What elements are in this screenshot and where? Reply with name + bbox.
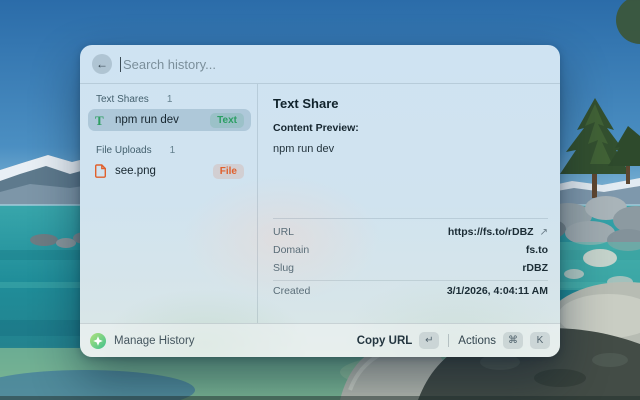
meta-label: Slug xyxy=(273,262,294,274)
section-label: Text Shares xyxy=(96,94,149,105)
meta-row-url: URL https://fs.to/rDBZ ↗ xyxy=(273,223,548,241)
back-arrow-icon: ← xyxy=(96,57,108,71)
meta-row-domain: Domain fs.to xyxy=(273,241,548,259)
domain-value: fs.to xyxy=(526,244,548,256)
history-sidebar: Text Shares 1 T npm run dev Text File Up… xyxy=(80,84,258,323)
manage-history-button[interactable]: Manage History xyxy=(114,335,195,347)
return-key-badge: ↵ xyxy=(419,332,439,349)
created-value: 3/1/2026, 4:04:11 AM xyxy=(447,285,548,297)
slug-value: rDBZ xyxy=(522,262,548,274)
detail-panel: Text Share Content Preview: npm run dev … xyxy=(258,84,560,323)
file-badge: File xyxy=(213,164,244,179)
meta-label: Created xyxy=(273,285,310,297)
copy-url-button[interactable]: Copy URL xyxy=(357,335,413,347)
section-header-text-shares: Text Shares 1 xyxy=(88,89,251,109)
meta-label: URL xyxy=(273,226,294,238)
section-count: 1 xyxy=(167,94,173,105)
text-type-icon: T xyxy=(95,114,111,127)
meta-row-created: Created 3/1/2026, 4:04:11 AM xyxy=(273,280,548,298)
text-cursor xyxy=(120,57,121,72)
action-bar: Manage History Copy URL ↵ Actions ⌘ K xyxy=(80,323,560,357)
actions-button[interactable]: Actions xyxy=(458,335,496,347)
search-header: ← xyxy=(80,45,560,84)
file-icon xyxy=(95,164,111,178)
metadata-section: URL https://fs.to/rDBZ ↗ Domain fs.to Sl… xyxy=(273,218,548,323)
meta-row-slug: Slug rDBZ xyxy=(273,259,548,277)
k-key-badge: K xyxy=(530,332,550,349)
text-badge: Text xyxy=(210,113,244,128)
footer-divider xyxy=(448,334,449,347)
list-item-npm-run-dev[interactable]: T npm run dev Text xyxy=(88,109,251,131)
cmd-key-badge: ⌘ xyxy=(503,332,523,349)
content-preview-label: Content Preview: xyxy=(273,122,548,134)
search-input[interactable] xyxy=(123,57,548,72)
content-preview-text: npm run dev xyxy=(273,143,548,155)
meta-label: Domain xyxy=(273,244,309,256)
section-label: File Uploads xyxy=(96,145,152,156)
section-count: 1 xyxy=(170,145,176,156)
detail-title: Text Share xyxy=(273,96,548,111)
app-logo-icon xyxy=(90,333,106,349)
url-value[interactable]: https://fs.to/rDBZ xyxy=(448,226,534,238)
list-item-see-png[interactable]: see.png File xyxy=(88,160,251,182)
section-header-file-uploads: File Uploads 1 xyxy=(88,140,251,160)
back-button[interactable]: ← xyxy=(92,54,112,74)
history-window: ← Text Shares 1 T npm run dev xyxy=(80,45,560,357)
external-link-icon[interactable]: ↗ xyxy=(540,227,548,238)
list-item-label: see.png xyxy=(115,165,213,177)
list-item-label: npm run dev xyxy=(115,114,210,126)
